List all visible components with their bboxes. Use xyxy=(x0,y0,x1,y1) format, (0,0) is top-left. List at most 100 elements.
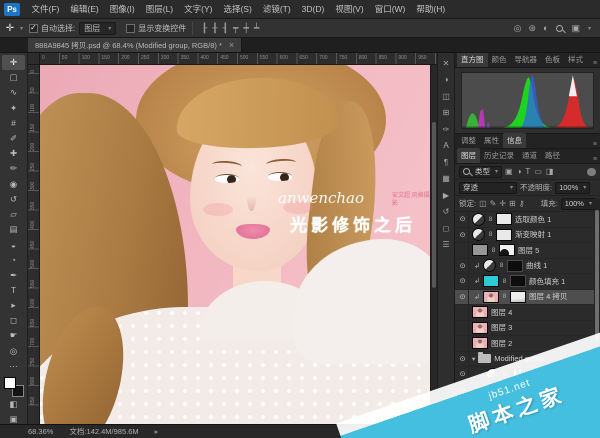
layer-row[interactable]: 图层 4 xyxy=(455,305,600,321)
layer-thumbnail[interactable] xyxy=(472,244,488,257)
menu-item[interactable]: 3D(D) xyxy=(296,0,330,19)
clone-source-panel-icon[interactable]: ⊞ xyxy=(439,105,454,122)
layer-row[interactable]: ⊙ ↲ 8 曲线 1 xyxy=(455,258,600,274)
tab-top[interactable]: 颜色 xyxy=(488,52,511,67)
move-tool[interactable]: ✛ xyxy=(2,55,25,71)
layer-name[interactable]: 选取颜色 1 xyxy=(515,214,551,225)
pen-tool[interactable]: ✒ xyxy=(2,268,25,283)
layer-name[interactable]: 渐变映射 1 xyxy=(515,229,551,240)
swatches-panel-icon[interactable]: ▦ xyxy=(439,171,454,188)
align-left-icon[interactable]: ┠ xyxy=(199,23,209,34)
layer-thumbnail[interactable] xyxy=(472,306,488,319)
menu-item[interactable]: 选择(S) xyxy=(218,0,257,19)
crop-tool[interactable]: # xyxy=(2,116,25,131)
eyedropper-tool[interactable]: ✐ xyxy=(2,131,25,146)
panel-menu-icon[interactable]: ≡ xyxy=(590,156,600,163)
layer-name[interactable]: 曲线 1 xyxy=(526,260,547,271)
layer-thumbnail[interactable] xyxy=(472,337,488,350)
align-center-h-icon[interactable]: ╂ xyxy=(210,23,220,34)
eraser-tool[interactable]: ▱ xyxy=(2,207,25,222)
zoom-level-field[interactable]: 68.36% xyxy=(28,427,53,436)
blur-tool[interactable]: ◒ xyxy=(2,237,25,252)
menu-item[interactable]: 图像(I) xyxy=(104,0,140,19)
tab-layers[interactable]: 历史记录 xyxy=(480,148,518,163)
foreground-color-swatch[interactable] xyxy=(3,376,16,389)
menu-item[interactable]: 滤镜(T) xyxy=(257,0,296,19)
layer-visibility-toggle[interactable] xyxy=(457,320,469,335)
filter-type-layers-icon[interactable]: T xyxy=(525,167,530,176)
menu-item[interactable]: 窗口(W) xyxy=(369,0,411,19)
layer-row[interactable]: ⊙ 8 渐变映射 1 xyxy=(455,227,600,243)
layer-name[interactable]: 图层 4 拷贝 xyxy=(529,291,567,302)
share-icon[interactable]: ◐ xyxy=(543,23,548,34)
lasso-tool[interactable]: ∿ xyxy=(2,85,25,100)
paragraph-panel-icon[interactable]: ¶ xyxy=(439,154,454,171)
filter-group-layers-icon[interactable]: ▭ xyxy=(534,167,542,176)
lock-pixels-icon[interactable]: ✎ xyxy=(490,199,497,208)
tab-top[interactable]: 直方图 xyxy=(457,52,488,67)
lock-position-icon[interactable]: ✛ xyxy=(499,199,506,208)
layer-visibility-toggle[interactable]: ⊙ xyxy=(457,258,469,273)
lock-transparency-icon[interactable]: ◫ xyxy=(479,199,487,208)
filter-smart-object-icon[interactable]: ◨ xyxy=(546,167,554,176)
layer-visibility-toggle[interactable] xyxy=(457,336,469,351)
capture-icon[interactable]: ◎ xyxy=(514,23,522,34)
tool-preset-caret-icon[interactable]: ▾ xyxy=(20,25,23,32)
opacity-dropdown[interactable]: 100% ▾ xyxy=(555,181,591,194)
layer-row[interactable]: ⊙ 8 选取颜色 1 xyxy=(455,212,600,228)
layer-visibility-toggle[interactable] xyxy=(457,305,469,320)
lock-artboard-icon[interactable]: ⊞ xyxy=(509,199,516,208)
shape-tool[interactable]: ◻ xyxy=(2,313,25,328)
layer-mask-thumbnail[interactable] xyxy=(507,259,523,272)
blend-mode-dropdown[interactable]: 穿透 ▾ xyxy=(459,181,517,194)
quick-mask-button[interactable]: ◧ xyxy=(2,397,25,412)
canvas-vertical-scrollbar[interactable] xyxy=(430,65,437,424)
document-tab[interactable]: 888A9845 拷贝.psd @ 68.4% (Modified group,… xyxy=(28,38,243,52)
status-options-arrow[interactable]: ▸ xyxy=(155,427,159,436)
tab-layers[interactable]: 路径 xyxy=(541,148,564,163)
auto-select-checkbox[interactable] xyxy=(29,23,39,33)
search-icon[interactable] xyxy=(556,24,564,32)
layer-thumbnail[interactable] xyxy=(472,321,488,334)
layer-mask-thumbnail[interactable] xyxy=(496,213,512,226)
layer-visibility-toggle[interactable]: ⊙ xyxy=(457,289,469,304)
layer-name[interactable]: 图层 2 xyxy=(491,338,512,349)
tab-top[interactable]: 色板 xyxy=(541,52,564,67)
layer-thumbnail[interactable] xyxy=(483,290,499,303)
align-center-v-icon[interactable]: ┿ xyxy=(241,23,251,34)
layer-visibility-toggle[interactable]: ⊙ xyxy=(457,351,469,366)
zoom-tool[interactable]: ◎ xyxy=(2,344,25,359)
menu-item[interactable]: 图层(L) xyxy=(140,0,178,19)
brush-tool[interactable]: ✏ xyxy=(2,161,25,176)
adjustment-layer-thumbnail[interactable] xyxy=(472,228,485,242)
canvas-image[interactable]: anwenchao 安文超 风格摄影 光影修饰之后 xyxy=(40,65,430,424)
layer-row[interactable]: ⊙ ↲ 8 图层 4 拷贝 xyxy=(455,289,600,305)
fill-dropdown[interactable]: 100% ▾ xyxy=(560,197,596,210)
ruler-origin-box[interactable] xyxy=(28,53,40,65)
history-brush-tool[interactable]: ↺ xyxy=(2,192,25,207)
preview-icon[interactable]: ⊛ xyxy=(528,23,536,34)
edit-toolbar-button[interactable]: ⋯ xyxy=(2,359,25,374)
adjustments-panel-icon[interactable]: ◑ xyxy=(439,72,454,89)
adjustment-layer-thumbnail[interactable] xyxy=(483,259,496,273)
menu-item[interactable]: 帮助(H) xyxy=(411,0,451,19)
layer-row[interactable]: 图层 3 xyxy=(455,320,600,336)
filter-toggle-switch[interactable] xyxy=(587,167,596,176)
menu-item[interactable]: 文字(Y) xyxy=(179,0,218,19)
layer-name[interactable]: 图层 3 xyxy=(491,322,512,333)
align-top-icon[interactable]: ┯ xyxy=(231,23,241,34)
layer-mask-thumbnail[interactable] xyxy=(499,244,515,257)
marquee-tool[interactable]: ▢ xyxy=(2,70,25,85)
horizontal-ruler[interactable]: 0 50 100 150 200 250 300 350 400 450 500 550 600 650 7… xyxy=(40,53,437,65)
panel-menu-icon[interactable]: ≡ xyxy=(590,60,600,67)
layer-mask-thumbnail[interactable] xyxy=(510,290,526,303)
path-selection-tool[interactable]: ▸ xyxy=(2,298,25,313)
tab-mid[interactable]: 信息 xyxy=(503,133,526,148)
quick-selection-tool[interactable]: ✦ xyxy=(2,101,25,116)
3d-panel-icon[interactable]: ◻ xyxy=(439,220,454,237)
color-fill-thumbnail[interactable] xyxy=(483,275,499,288)
adjustment-layer-thumbnail[interactable] xyxy=(472,212,485,226)
tab-mid[interactable]: 调整 xyxy=(457,133,480,148)
tab-mid[interactable]: 属性 xyxy=(480,133,503,148)
properties-panel-icon[interactable]: ☰ xyxy=(439,237,454,254)
